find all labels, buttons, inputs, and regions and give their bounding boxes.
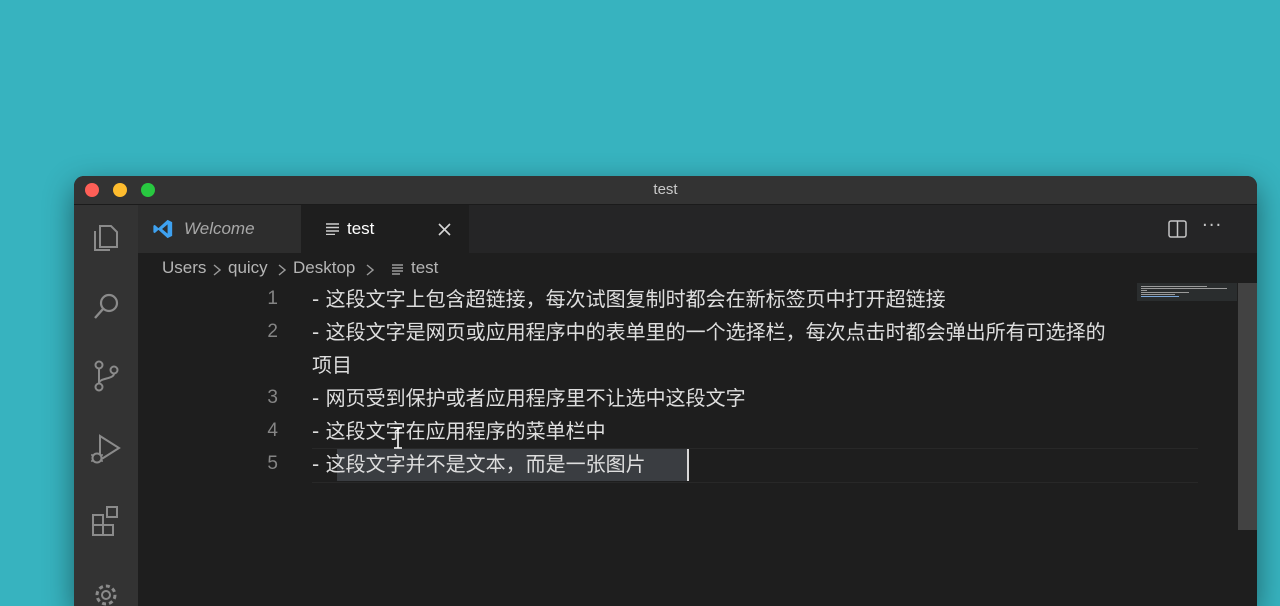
breadcrumb: Users quicy Desktop test	[138, 253, 1257, 283]
text-cursor	[687, 449, 689, 481]
search-icon[interactable]	[88, 289, 124, 325]
split-editor-icon[interactable]	[1168, 220, 1187, 238]
code-line-wrapped[interactable]: 项目	[312, 349, 352, 382]
title-bar: test	[74, 176, 1257, 205]
code-line[interactable]: - 这段文字并不是文本，而是一张图片	[312, 448, 646, 481]
line-number: 4	[267, 420, 278, 441]
run-debug-icon[interactable]	[88, 431, 124, 467]
lines-file-icon	[326, 223, 339, 235]
window-title: test	[653, 181, 678, 198]
chevron-right-icon	[366, 264, 374, 276]
tab-welcome-label: Welcome	[184, 219, 255, 238]
more-actions-icon[interactable]: ···	[1202, 215, 1222, 236]
editor-tabs-bar: Welcome test ···	[138, 205, 1257, 253]
line-number: 3	[267, 387, 278, 408]
code-line[interactable]: - 网页受到保护或者应用程序里不让选中这段文字	[312, 382, 746, 415]
tab-welcome[interactable]: Welcome	[138, 205, 301, 253]
line-number: 5	[267, 453, 278, 474]
breadcrumb-quicy[interactable]: quicy	[228, 258, 268, 278]
breadcrumb-desktop[interactable]: Desktop	[293, 258, 355, 278]
vscode-logo-icon	[153, 219, 173, 239]
editor-scrollbar-thumb[interactable]	[1238, 283, 1257, 530]
code-line[interactable]: - 这段文字是网页或应用程序中的表单里的一个选择栏，每次点击时都会弹出所有可选择…	[312, 316, 1106, 349]
line-number: 1	[267, 288, 278, 309]
tab-test-label: test	[347, 219, 375, 238]
line-number: 2	[267, 321, 278, 342]
chevron-right-icon	[213, 264, 221, 276]
source-control-icon[interactable]	[88, 358, 124, 394]
chevron-right-icon	[278, 264, 286, 276]
breadcrumb-test[interactable]: test	[411, 258, 438, 278]
activity-bar	[74, 205, 138, 606]
extensions-icon[interactable]	[88, 503, 124, 539]
editor-text-area[interactable]: 1 - 这段文字上包含超链接，每次试图复制时都会在新标签页中打开超链接 2 - …	[138, 283, 1257, 606]
i-beam-cursor-icon	[394, 427, 402, 449]
settings-gear-icon[interactable]	[88, 577, 124, 606]
minimap[interactable]	[1137, 283, 1237, 323]
lines-file-icon	[392, 264, 403, 275]
vscode-window: test Welcome test ··· Users quicy Deskto…	[74, 176, 1257, 606]
code-line[interactable]: - 这段文字在应用程序的菜单栏中	[312, 415, 606, 448]
breadcrumb-users[interactable]: Users	[162, 258, 206, 278]
close-tab-icon[interactable]	[438, 223, 451, 236]
tab-test[interactable]: test	[301, 205, 469, 253]
explorer-icon[interactable]	[88, 219, 124, 255]
code-line[interactable]: - 这段文字上包含超链接，每次试图复制时都会在新标签页中打开超链接	[312, 283, 946, 316]
